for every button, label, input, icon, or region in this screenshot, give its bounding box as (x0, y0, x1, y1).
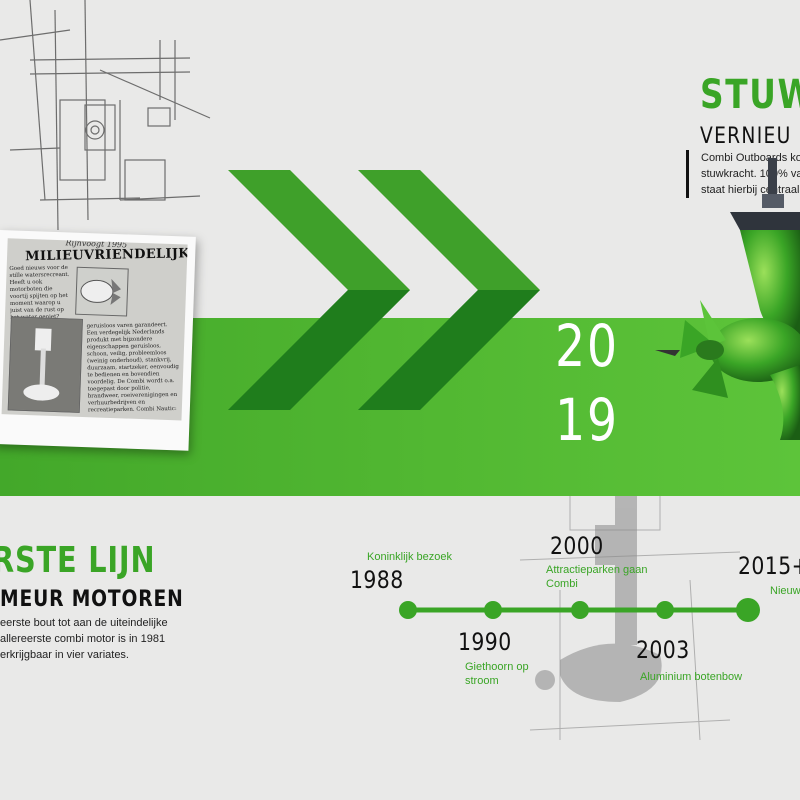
stuw-heading: STUW (700, 72, 800, 118)
clipping-column-right: geruisloos varen garandeert. Een verdege… (86, 322, 179, 414)
clipping-content: Rijnvoogt 1995 MILIEUVRIENDELIJK Goed ni… (1, 238, 188, 421)
timeline-year-1988: 1988 (350, 566, 404, 594)
green-motor-render (655, 158, 800, 440)
eerste-lijn-subheading: MEUR MOTOREN (0, 587, 184, 612)
clipping-photo-propeller (75, 266, 129, 317)
timeline-year-2003: 2003 (636, 636, 690, 664)
eerste-body-line: allereerste combi motor is in 1981 (0, 633, 166, 645)
timeline-label-2003: Aluminium botenbow (640, 671, 743, 683)
newspaper-clipping: Rijnvoogt 1995 MILIEUVRIENDELIJK Goed ni… (0, 230, 196, 451)
timeline-label-1990: Giethoorn op stroom (465, 661, 529, 687)
clipping-photo-motor (7, 316, 83, 413)
eerste-lijn-heading: RSTE LIJN (0, 540, 156, 581)
timeline-label-1988: Koninklijk bezoek (367, 551, 452, 563)
stuw-subheading: VERNIEU (700, 124, 792, 149)
timeline-year-2015: 2015+ (738, 552, 800, 580)
clipping-column-left: Goed nieuws voor de stille watersrecrean… (9, 264, 70, 322)
timeline-year-2000: 2000 (550, 532, 604, 560)
chevron-arrows-icon (228, 170, 540, 410)
timeline-dot-1988 (399, 601, 417, 619)
timeline-label-2015: Nieuw (770, 585, 800, 597)
eerste-body-line: eerste bout tot aan de uiteindelijke (0, 617, 168, 629)
timeline-year-1990: 1990 (458, 628, 512, 656)
year-bottom: 19 (555, 386, 619, 454)
timeline-label-2000: Attractieparken gaan Combi (546, 564, 648, 590)
eerste-lijn-body: eerste bout tot aan de uiteindelijke all… (0, 615, 168, 663)
clipping-title: MILIEUVRIENDELIJK (25, 246, 188, 265)
eerste-body-line: erkrijgbaar in vier variates. (0, 649, 129, 661)
year-top: 20 (555, 312, 619, 380)
